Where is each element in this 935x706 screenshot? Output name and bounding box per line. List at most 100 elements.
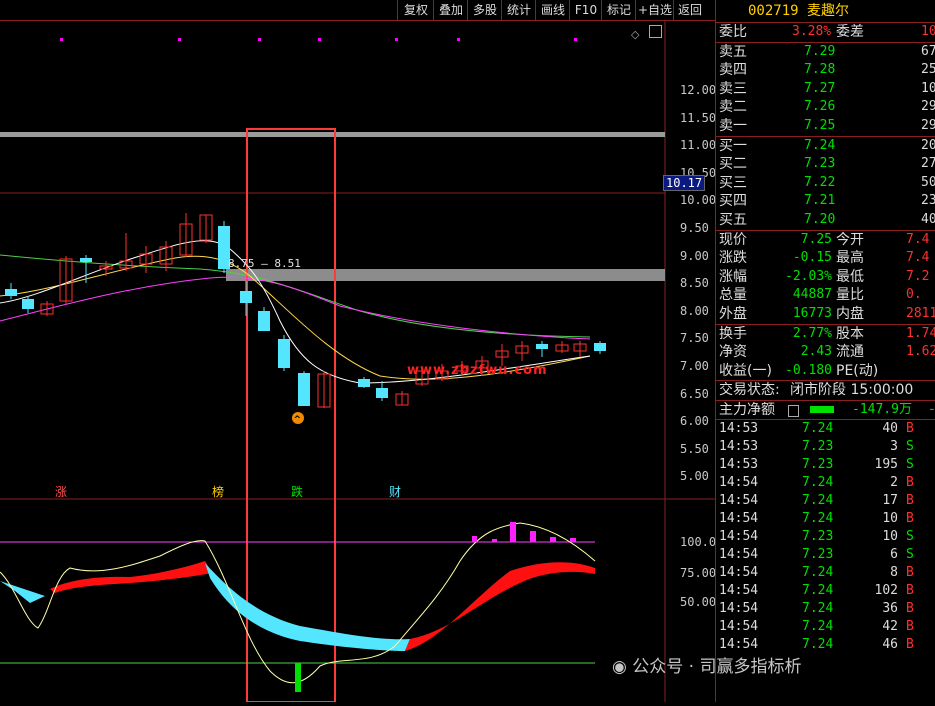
tick-side: B — [906, 583, 914, 599]
diamond-icon[interactable]: ◇ — [631, 28, 639, 41]
tick-volume: 10 — [882, 511, 898, 527]
price-axis-label: 7.50 — [680, 331, 709, 346]
url-watermark: www.zbzfwu.com — [407, 363, 548, 378]
tick-volume: 17 — [882, 493, 898, 509]
tick-price: 7.24 — [802, 637, 834, 653]
event-marker[interactable]: 涨 — [55, 483, 67, 500]
tick-side: B — [906, 601, 914, 617]
indicator-axis-label: 75.00 — [680, 566, 717, 580]
restore-icon[interactable] — [649, 25, 662, 38]
stat-row: 涨幅 -2.03% 最低 7.2 — [716, 268, 935, 287]
stat-label: 收益(一) — [719, 362, 772, 379]
toolbar-button-0[interactable]: 复权 — [397, 0, 434, 20]
mainflow-icon[interactable] — [788, 404, 799, 417]
bids-label: 买二 — [719, 156, 747, 173]
toolbar-button-7[interactable]: +自选 — [635, 0, 674, 20]
svg-text:^: ^ — [294, 415, 302, 425]
status-label: 交易状态: — [719, 382, 780, 399]
tick-row: 14:54 7.24 8 B — [716, 564, 935, 582]
status-value: 闭市阶段 15:00:00 — [790, 382, 914, 399]
stat-row: 外盘 16773 内盘 2811 — [716, 305, 935, 324]
stat-value: 44887 — [792, 287, 832, 303]
tick-price: 7.24 — [802, 511, 834, 527]
tick-row: 14:54 7.24 10 B — [716, 510, 935, 528]
bids-row: 买一 7.24 20 — [716, 137, 935, 156]
price-axis-label: 5.00 — [680, 469, 709, 484]
bids-row: 买四 7.21 23 — [716, 192, 935, 211]
tick-time: 14:54 — [719, 529, 759, 545]
asks-volume: 29 — [921, 117, 935, 133]
price-axis-label: 6.00 — [680, 414, 709, 429]
stat-label: 涨幅 — [719, 268, 747, 285]
tick-volume: 3 — [890, 439, 898, 455]
bids-price: 7.23 — [804, 156, 836, 172]
kline-chart[interactable]: 8.75 — 8.51 ^ 12.00 11.50 11.00 10.50 10.00 9… — [0, 21, 717, 703]
weibi-row: 委比 3.28% 委差 10 — [716, 23, 935, 42]
price-axis-label: 8.00 — [680, 303, 709, 318]
stock-code: 002719 — [748, 3, 799, 19]
toolbar-button-8[interactable]: 返回 — [673, 0, 706, 20]
tick-time: 14:54 — [719, 511, 759, 527]
tick-volume: 2 — [890, 475, 898, 491]
stat-label: 总量 — [719, 287, 747, 304]
bids-volume: 27 — [921, 156, 935, 172]
price-axis-label: 11.50 — [680, 110, 717, 125]
tick-row: 14:53 7.24 40 B — [716, 420, 935, 438]
tick-side: B — [906, 565, 914, 581]
stat-value: -0.15 — [792, 250, 832, 266]
bids-volume: 23 — [921, 193, 935, 209]
toolbar-button-3[interactable]: 统计 — [501, 0, 536, 20]
tick-row: 14:54 7.24 2 B — [716, 474, 935, 492]
stat-label: 涨跌 — [719, 250, 747, 267]
stat-label: 量比 — [836, 287, 864, 304]
toolbar-button-5[interactable]: F10 — [569, 0, 602, 20]
current-price-tag: 10.17 — [663, 175, 706, 191]
tick-price: 7.23 — [802, 457, 834, 473]
toolbar-button-2[interactable]: 多股 — [467, 0, 502, 20]
tick-row: 14:54 7.23 6 S — [716, 546, 935, 564]
tick-row: 14:54 7.23 10 S — [716, 528, 935, 546]
chart-toolbar: 复权 叠加 多股 统计 画线 F10 标记 +自选 返回 — [0, 0, 715, 21]
kline-svg: 8.75 — 8.51 ^ — [0, 21, 715, 703]
stat-value: 7.25 — [800, 231, 832, 247]
tick-time: 14:54 — [719, 601, 759, 617]
toolbar-button-1[interactable]: 叠加 — [433, 0, 468, 20]
stat-label: 外盘 — [719, 305, 747, 322]
status-row: 交易状态: 闭市阶段 15:00:00 — [716, 380, 935, 400]
price-axis-label: 6.50 — [680, 386, 709, 401]
tick-price: 7.24 — [802, 493, 834, 509]
bids-row: 买二 7.23 27 — [716, 155, 935, 174]
stat-value: 16773 — [792, 305, 832, 321]
tick-price: 7.24 — [802, 565, 834, 581]
toolbar-button-6[interactable]: 标记 — [601, 0, 636, 20]
tick-side: B — [906, 475, 914, 491]
stat-label: 换手 — [719, 325, 747, 342]
event-marker[interactable]: 跌 — [291, 483, 303, 500]
tick-side: B — [906, 619, 914, 635]
event-marker[interactable]: 榜 — [212, 483, 224, 500]
bids-price: 7.20 — [804, 211, 836, 227]
tick-volume: 6 — [890, 547, 898, 563]
support-band — [226, 269, 665, 281]
tick-row: 14:54 7.24 102 B — [716, 582, 935, 600]
asks-row: 卖二 7.26 29 — [716, 98, 935, 117]
tick-volume: 8 — [890, 565, 898, 581]
bids-volume: 50 — [921, 174, 935, 190]
bids-volume: 20 — [921, 137, 935, 153]
resistance-line — [0, 132, 665, 137]
price-axis-label: 11.00 — [680, 138, 717, 153]
asks-label: 卖一 — [719, 117, 747, 134]
asks-volume: 10 — [921, 80, 935, 96]
stat-label: 最低 — [836, 268, 864, 285]
stat-value: 7.4 — [906, 231, 930, 247]
toolbar-button-4[interactable]: 画线 — [535, 0, 570, 20]
quote-panel: 002719 麦趣尔 委比 3.28% 委差 10 卖五 7.29 67 卖四 7.28… — [715, 0, 935, 702]
tick-volume: 10 — [882, 529, 898, 545]
tick-time: 14:53 — [719, 457, 759, 473]
weibi-value: 3.28% — [792, 24, 832, 39]
tick-volume: 195 — [874, 457, 898, 473]
event-marker[interactable]: 财 — [389, 483, 401, 500]
indicator-green-bar — [295, 663, 301, 692]
tick-side: B — [906, 421, 914, 437]
tick-row: 14:54 7.24 17 B — [716, 492, 935, 510]
